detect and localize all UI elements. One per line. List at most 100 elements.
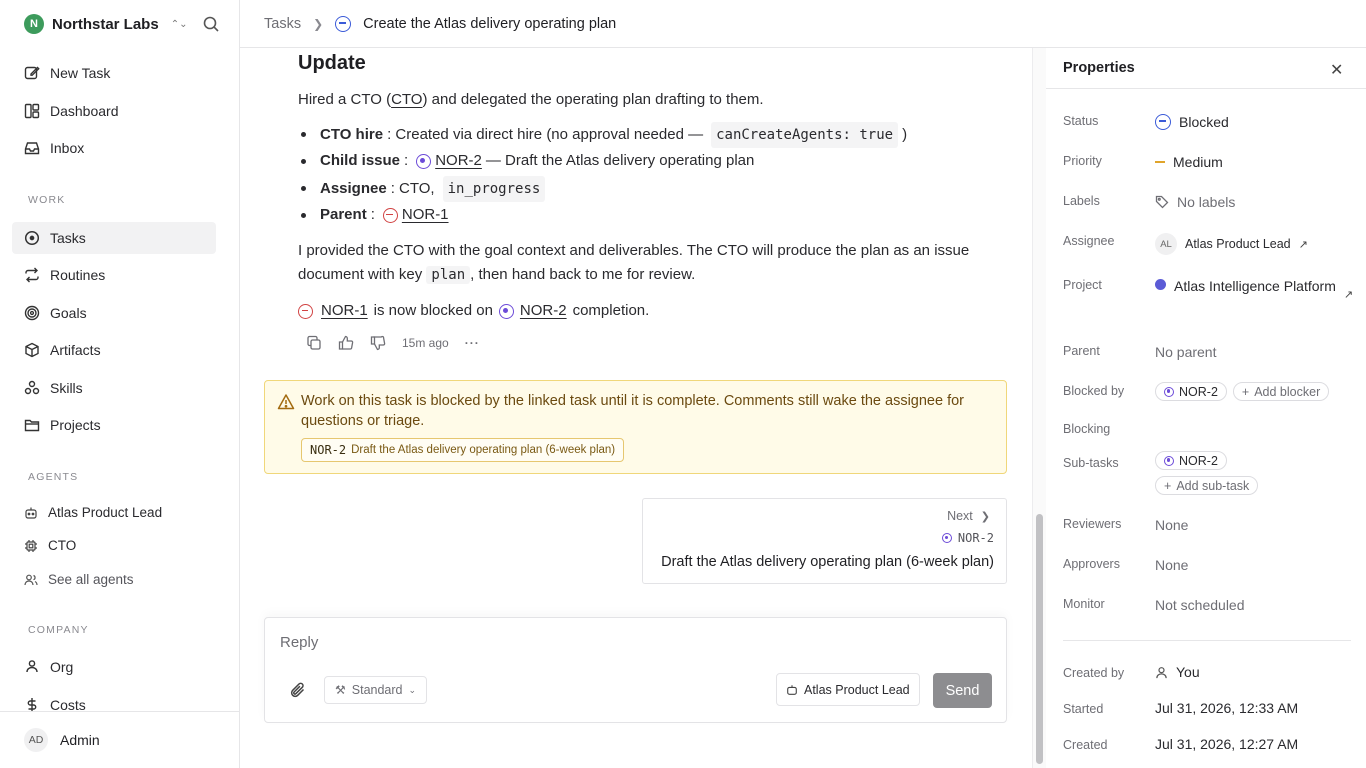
assignee-value[interactable]: AL Atlas Product Lead ↗ bbox=[1155, 233, 1308, 255]
chevron-down-icon: ⌄ bbox=[408, 684, 417, 695]
monitor-value[interactable]: Not scheduled bbox=[1155, 597, 1245, 613]
blocked-icon bbox=[382, 207, 398, 223]
agent-label: See all agents bbox=[48, 572, 134, 587]
external-link-icon[interactable]: ↗ bbox=[1344, 288, 1353, 301]
blocked-by-label: Blocked by bbox=[1063, 384, 1125, 398]
send-button[interactable]: Send bbox=[933, 673, 992, 708]
text: is now blocked on bbox=[373, 302, 493, 319]
in-progress-icon bbox=[416, 153, 432, 169]
blocker-chip[interactable]: NOR-2 Draft the Atlas delivery operating… bbox=[301, 438, 625, 462]
reviewers-value[interactable]: None bbox=[1155, 517, 1188, 533]
nav-org[interactable]: Org bbox=[12, 651, 216, 683]
text: : Created via direct hire (no approval n… bbox=[387, 126, 704, 143]
text: Medium bbox=[1173, 154, 1223, 170]
repeat-icon bbox=[25, 267, 39, 283]
text: document with key bbox=[298, 266, 423, 283]
nor-2-link[interactable]: NOR-2 bbox=[520, 299, 567, 323]
folder-icon bbox=[24, 419, 40, 432]
bullet-label: CTO hire bbox=[320, 126, 384, 143]
agent-atlas-product-lead[interactable]: Atlas Product Lead bbox=[24, 505, 162, 520]
properties-title: Properties bbox=[1063, 60, 1135, 76]
labels-label: Labels bbox=[1063, 194, 1100, 208]
scrollbar[interactable] bbox=[1032, 48, 1046, 768]
monitor-label: Monitor bbox=[1063, 597, 1105, 611]
subtasks-label: Sub-tasks bbox=[1063, 456, 1119, 470]
in-progress-icon bbox=[941, 533, 952, 543]
comment-heading: Update bbox=[298, 52, 366, 74]
nav-tasks[interactable]: Tasks bbox=[12, 222, 216, 254]
nav-label: New Task bbox=[50, 65, 111, 81]
nav-goals[interactable]: Goals bbox=[12, 297, 216, 329]
nav-routines[interactable]: Routines bbox=[12, 259, 216, 291]
nor-2-link[interactable]: NOR-2 bbox=[435, 149, 482, 173]
see-all-agents-link[interactable]: See all agents bbox=[24, 572, 134, 587]
thumbs-up-icon[interactable] bbox=[338, 335, 354, 351]
nav-new-task[interactable]: New Task bbox=[12, 57, 216, 89]
mode-selector[interactable]: ⚒ Standard ⌄ bbox=[324, 676, 428, 704]
agent-label: Atlas Product Lead bbox=[804, 682, 910, 697]
created-by-label: Created by bbox=[1063, 666, 1125, 680]
status-value[interactable]: Blocked bbox=[1155, 114, 1229, 130]
blocked-by-chip[interactable]: NOR-2 bbox=[1155, 382, 1227, 401]
next-issue-card[interactable]: Next ❯ NOR-2 Draft the Atlas delivery op… bbox=[642, 498, 1007, 584]
thumbs-down-icon[interactable] bbox=[370, 335, 386, 351]
project-value[interactable]: Atlas Intelligence Platform ↗ bbox=[1155, 278, 1355, 301]
scrollbar-thumb[interactable] bbox=[1036, 514, 1043, 764]
nav-inbox[interactable]: Inbox bbox=[12, 132, 216, 164]
add-subtask-button[interactable]: + Add sub-task bbox=[1155, 476, 1259, 495]
cpu-icon bbox=[25, 539, 37, 552]
workspace-switcher[interactable]: N Northstar Labs ⌃⌄ bbox=[24, 14, 187, 34]
properties-panel: Properties ✕ Status Blocked Priority Med… bbox=[1046, 48, 1366, 768]
close-icon[interactable]: ✕ bbox=[1330, 60, 1343, 80]
created-value: Jul 31, 2026, 12:27 AM bbox=[1155, 736, 1299, 752]
created-by-value: You bbox=[1155, 664, 1200, 680]
approvers-value[interactable]: None bbox=[1155, 557, 1188, 573]
nav-dashboard[interactable]: Dashboard bbox=[12, 95, 216, 127]
more-icon[interactable]: ··· bbox=[465, 336, 480, 350]
dashboard-icon bbox=[24, 103, 40, 119]
nor-1-link[interactable]: NOR-1 bbox=[321, 299, 368, 323]
reviewers-label: Reviewers bbox=[1063, 517, 1122, 531]
mode-label: Standard bbox=[351, 683, 403, 697]
user-icon bbox=[1156, 666, 1167, 678]
labels-value[interactable]: No labels bbox=[1155, 194, 1235, 210]
warning-text: Work on this task is blocked by the link… bbox=[301, 393, 964, 429]
priority-value[interactable]: Medium bbox=[1155, 154, 1223, 170]
workspace-name: Northstar Labs bbox=[52, 15, 159, 33]
agent-label: CTO bbox=[48, 538, 77, 553]
parent-value[interactable]: No parent bbox=[1155, 344, 1216, 360]
breadcrumb-tasks[interactable]: Tasks bbox=[264, 16, 301, 32]
list-item: Assignee: CTO, in_progress bbox=[300, 176, 546, 202]
comment-timestamp: 15m ago bbox=[402, 336, 449, 350]
nor-1-link[interactable]: NOR-1 bbox=[402, 203, 449, 227]
list-item: CTO hire: Created via direct hire (no ap… bbox=[300, 122, 907, 148]
user-menu[interactable]: AD Admin bbox=[0, 711, 240, 768]
code-snippet: canCreateAgents: true bbox=[711, 122, 899, 148]
cto-link[interactable]: CTO bbox=[391, 91, 422, 108]
nav-skills[interactable]: Skills bbox=[12, 372, 216, 404]
blocked-status-icon bbox=[1155, 114, 1171, 130]
add-blocker-button[interactable]: + Add blocker bbox=[1232, 382, 1330, 401]
users-icon bbox=[24, 574, 38, 585]
next-issue-title: Draft the Atlas delivery operating plan … bbox=[661, 554, 994, 570]
reply-input[interactable] bbox=[280, 634, 980, 651]
agent-cto[interactable]: CTO bbox=[24, 538, 76, 553]
next-issue-id: NOR-2 bbox=[941, 531, 994, 545]
external-link-icon[interactable]: ↗ bbox=[1299, 238, 1308, 251]
nav-artifacts[interactable]: Artifacts bbox=[12, 334, 216, 366]
text: Add blocker bbox=[1254, 384, 1321, 399]
add-subtask-row: + Add sub-task bbox=[1155, 476, 1259, 495]
section-company: COMPANY bbox=[28, 624, 89, 636]
search-icon[interactable] bbox=[202, 15, 220, 33]
nav-label: Dashboard bbox=[50, 103, 119, 119]
subtask-chip[interactable]: NOR-2 bbox=[1155, 451, 1227, 470]
text: : CTO, bbox=[390, 180, 435, 197]
blocked-icon bbox=[298, 303, 313, 319]
nav-projects[interactable]: Projects bbox=[12, 409, 216, 441]
paperclip-icon[interactable] bbox=[289, 681, 307, 699]
copy-icon[interactable] bbox=[306, 335, 322, 351]
code-snippet: in_progress bbox=[442, 176, 546, 202]
text: NOR-2 bbox=[1179, 384, 1218, 399]
priority-medium-icon bbox=[1155, 161, 1165, 163]
agent-selector[interactable]: Atlas Product Lead bbox=[776, 673, 920, 706]
